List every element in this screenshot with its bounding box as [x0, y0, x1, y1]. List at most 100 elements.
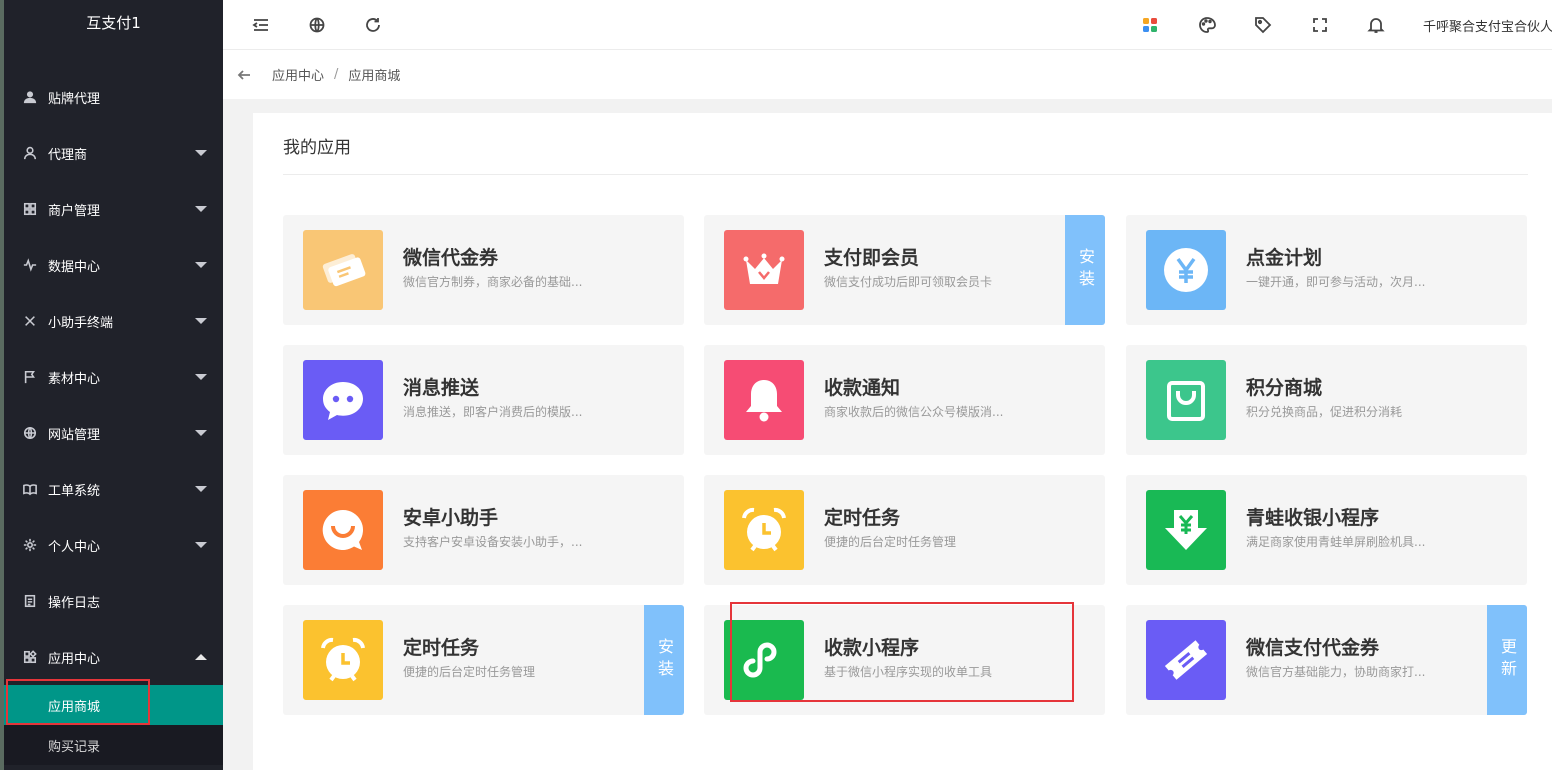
sidebar-item-assistant-terminal[interactable]: 小助手终端: [4, 293, 223, 349]
app-card-scheduled-task-2[interactable]: 定时任务 便捷的后台定时任务管理 安装: [283, 605, 684, 715]
caret-down-icon: [195, 374, 207, 380]
app-title: 微信支付代金券: [1246, 637, 1380, 659]
yen-download-icon: [1146, 490, 1226, 570]
sidebar-item-merchants[interactable]: 商户管理: [4, 181, 223, 237]
sidebar-item-label: 网站管理: [48, 427, 101, 443]
sidebar-item-label: 商户管理: [48, 203, 101, 219]
sidebar-item-materials[interactable]: 素材中心: [4, 349, 223, 405]
sidebar-submenu: 应用商城 购买记录: [4, 685, 223, 765]
flag-icon: [22, 369, 38, 385]
refresh-icon[interactable]: [362, 14, 384, 36]
caret-down-icon: [195, 318, 207, 324]
sidebar-item-label: 应用中心: [48, 651, 101, 667]
ticket-icon: [1146, 620, 1226, 700]
apps-icon: [22, 649, 38, 665]
app-desc: 消息推送，即客户消费后的模版...: [403, 405, 583, 419]
sidebar-item-tickets[interactable]: 工单系统: [4, 461, 223, 517]
pulse-icon: [22, 257, 38, 273]
yen-icon: [1146, 230, 1226, 310]
app-card-android-assistant[interactable]: 安卓小助手 支持客户安卓设备安装小助手，...: [283, 475, 684, 585]
crown-icon: [724, 230, 804, 310]
mini-program-icon: [724, 620, 804, 700]
sidebar-item-label: 个人中心: [48, 539, 101, 555]
app-desc: 一键开通，即可参与活动，次月...: [1246, 275, 1426, 289]
gear-icon: [22, 537, 38, 553]
app-card-pay-member[interactable]: 支付即会员 微信支付成功后即可领取会员卡 安装: [704, 215, 1105, 325]
alarm-clock-icon: [724, 490, 804, 570]
app-desc: 满足商家使用青蛙单屏刷脸机具...: [1246, 535, 1426, 549]
app-title: 消息推送: [403, 377, 480, 399]
globe-icon[interactable]: [306, 14, 328, 36]
app-card-frog-cashier[interactable]: 青蛙收银小程序 满足商家使用青蛙单屏刷脸机具...: [1126, 475, 1527, 585]
sidebar-item-label: 小助手终端: [48, 315, 114, 331]
brand-title: 互支付1: [86, 14, 141, 32]
app-desc: 微信官方基础能力，协助商家打...: [1246, 665, 1426, 679]
update-button[interactable]: 更新: [1487, 605, 1527, 715]
bell-icon: [724, 360, 804, 440]
divider: [283, 174, 1528, 175]
app-desc: 基于微信小程序实现的收单工具: [824, 665, 993, 679]
sidebar-item-personal[interactable]: 个人中心: [4, 517, 223, 573]
caret-down-icon: [195, 206, 207, 212]
app-desc: 微信支付成功后即可领取会员卡: [824, 275, 993, 289]
app-desc: 便捷的后台定时任务管理: [824, 535, 957, 549]
sidebar-item-brand-agent[interactable]: 贴牌代理: [4, 69, 223, 125]
sidebar-item-label: 贴牌代理: [48, 91, 101, 107]
palette-icon[interactable]: [1196, 14, 1218, 36]
app-title: 收款小程序: [824, 637, 920, 659]
sidebar-item-logs[interactable]: 操作日志: [4, 573, 223, 629]
bell-icon[interactable]: [1365, 14, 1387, 36]
shopping-bag-icon: [1146, 360, 1226, 440]
caret-down-icon: [195, 262, 207, 268]
app-card-points-mall[interactable]: 积分商城 积分兑换商品，促进积分消耗: [1126, 345, 1527, 455]
caret-up-icon: [195, 654, 207, 660]
app-desc: 支持客户安卓设备安装小助手，...: [403, 535, 583, 549]
menu-collapse-icon[interactable]: [250, 14, 272, 36]
sidebar-subitem-purchase-records[interactable]: 购买记录: [4, 725, 223, 765]
user-icon: [22, 145, 38, 161]
back-arrow-icon[interactable]: [237, 66, 255, 84]
globe-icon: [22, 425, 38, 441]
sidebar-item-app-center[interactable]: 应用中心: [4, 629, 223, 685]
app-card-payment-notice[interactable]: 收款通知 商家收款后的微信公众号模版消...: [704, 345, 1105, 455]
caret-down-icon: [195, 542, 207, 548]
alarm-clock-icon: [303, 620, 383, 700]
app-title: 青蛙收银小程序: [1246, 507, 1380, 529]
sidebar-item-label: 代理商: [48, 147, 88, 163]
install-button[interactable]: 安装: [644, 605, 684, 715]
breadcrumb-app-center[interactable]: 应用中心: [272, 65, 324, 84]
breadcrumb-app-store: 应用商城: [348, 69, 401, 84]
install-label: 安装: [1076, 248, 1095, 292]
breadcrumb-separator: /: [334, 67, 339, 82]
sidebar-item-label: 操作日志: [48, 595, 101, 611]
colorful-apps-icon[interactable]: [1139, 14, 1161, 36]
tag-icon[interactable]: [1252, 14, 1274, 36]
user-solid-icon: [22, 89, 38, 105]
app-title: 点金计划: [1246, 247, 1323, 269]
install-label: 安装: [655, 638, 674, 682]
app-desc: 积分兑换商品，促进积分消耗: [1246, 405, 1403, 419]
fullscreen-icon[interactable]: [1309, 14, 1331, 36]
sidebar-item-label: 素材中心: [48, 371, 101, 387]
caret-down-icon: [195, 150, 207, 156]
sidebar-item-agents[interactable]: 代理商: [4, 125, 223, 181]
app-card-scheduled-task[interactable]: 定时任务 便捷的后台定时任务管理: [704, 475, 1105, 585]
update-label: 更新: [1498, 638, 1517, 682]
app-card-gold-plan[interactable]: 点金计划 一键开通，即可参与活动，次月...: [1126, 215, 1527, 325]
sidebar-subitem-app-store[interactable]: 应用商城: [4, 685, 223, 725]
caret-down-icon: [195, 486, 207, 492]
install-button[interactable]: 安装: [1065, 215, 1105, 325]
app-title: 安卓小助手: [403, 507, 499, 529]
my-apps-panel: 我的应用 微信代金券 微信官方制券，商家必备的基础... 支付即会员 微信支付成…: [253, 113, 1552, 770]
app-title: 收款通知: [824, 377, 901, 399]
app-card-wechat-coupon[interactable]: 微信代金券 微信官方制券，商家必备的基础...: [283, 215, 684, 325]
sidebar-menu: 贴牌代理 代理商 商户管理 数据中心 小助手终端 素材中心 网站管理 工单系统 …: [4, 69, 223, 765]
sidebar-item-data-center[interactable]: 数据中心: [4, 237, 223, 293]
sidebar-item-label: 数据中心: [48, 259, 101, 275]
sidebar-item-website[interactable]: 网站管理: [4, 405, 223, 461]
app-card-message-push[interactable]: 消息推送 消息推送，即客户消费后的模版...: [283, 345, 684, 455]
app-card-payment-mini-program[interactable]: 收款小程序 基于微信小程序实现的收单工具: [704, 605, 1105, 715]
app-card-wechat-pay-coupon[interactable]: 微信支付代金券 微信官方基础能力，协助商家打... 更新: [1126, 605, 1527, 715]
app-title: 微信代金券: [403, 247, 499, 269]
user-name[interactable]: 千呼聚合支付宝合伙人: [1423, 16, 1552, 35]
